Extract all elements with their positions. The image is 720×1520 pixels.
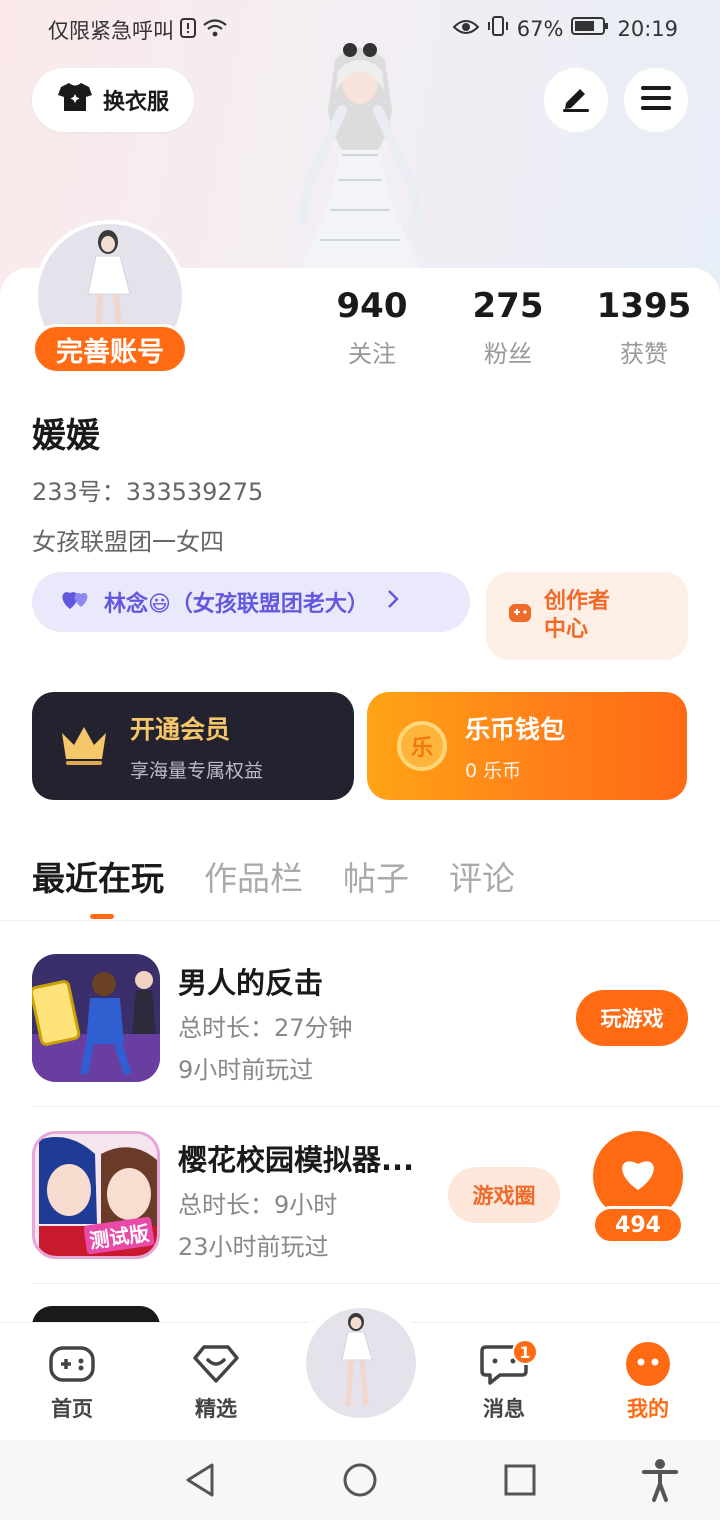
game-name: 男人的反击 [178, 966, 324, 1000]
coin-wallet-card[interactable]: 乐 乐币钱包 0 乐币 [367, 692, 687, 800]
game-list-item[interactable]: 男人的反击 总时长：27分钟 9小时前玩过 玩游戏 [32, 954, 720, 1130]
coin-wallet-title: 乐币钱包 [465, 714, 566, 744]
following-label: 关注 [348, 340, 396, 368]
avatar-character-3d[interactable] [280, 40, 440, 270]
game-last-played: 9小时前玩过 [178, 1056, 314, 1084]
floating-like-widget[interactable]: 494 [588, 1128, 688, 1244]
row-divider [32, 1283, 720, 1284]
stat-fans[interactable]: 275 粉丝 [448, 286, 568, 369]
tabs-divider [0, 920, 720, 921]
row-divider [32, 1106, 720, 1107]
eye-comfort-icon [452, 17, 480, 41]
nav-center-avatar-button[interactable] [306, 1308, 416, 1418]
vip-title: 开通会员 [130, 714, 231, 744]
stat-likes[interactable]: 1395 获赞 [584, 286, 704, 369]
accessibility-icon[interactable] [642, 1458, 678, 1506]
profile-nickname: 媛媛 [32, 416, 100, 456]
wifi-icon [202, 18, 228, 43]
game-duration: 总时长：27分钟 [178, 1014, 353, 1042]
home-icon[interactable] [342, 1462, 378, 1502]
gamepad-icon [22, 1341, 122, 1387]
pencil-icon [560, 83, 592, 117]
gamepad-badge-icon [506, 598, 534, 634]
nav-featured-label: 精选 [195, 1397, 237, 1421]
creator-center-button[interactable]: 创作者 中心 [486, 572, 688, 660]
complete-account-badge[interactable]: 完善账号 [32, 324, 188, 374]
coin-icon: 乐 [397, 721, 447, 771]
stat-following[interactable]: 940 关注 [312, 286, 432, 369]
creator-center-line2: 中心 [544, 617, 589, 642]
likes-label: 获赞 [620, 340, 668, 368]
unread-badge: 1 [512, 1339, 538, 1365]
like-count: 494 [592, 1206, 684, 1244]
profile-tabs: 最近在玩 作品栏 帖子 评论 [32, 852, 515, 900]
coin-wallet-balance: 0 乐币 [465, 759, 522, 782]
fans-label: 粉丝 [484, 340, 532, 368]
game-icon-sakura-school: 测试版 [32, 1131, 160, 1259]
game-last-played: 23小时前玩过 [178, 1233, 329, 1261]
fans-count: 275 [472, 286, 544, 326]
game-circle-button[interactable]: 游戏圈 [448, 1167, 560, 1223]
nav-me[interactable]: 我的 [598, 1341, 698, 1423]
sim-alert-icon [180, 17, 196, 43]
profile-bio: 女孩联盟团一女四 [32, 528, 224, 556]
chevron-right-icon [387, 589, 399, 615]
tab-recently-played[interactable]: 最近在玩 [32, 852, 164, 900]
clock-time: 20:19 [617, 16, 678, 41]
vip-membership-card[interactable]: 开通会员 享海量专属权益 [32, 692, 354, 800]
tab-works[interactable]: 作品栏 [204, 852, 303, 900]
recent-apps-icon[interactable] [504, 1464, 536, 1500]
creator-center-line1: 创作者 [544, 589, 611, 614]
diamond-heart-icon [166, 1341, 266, 1387]
change-outfit-button[interactable]: 换衣服 [32, 68, 194, 132]
double-heart-icon [60, 587, 92, 617]
likes-count: 1395 [596, 286, 692, 326]
following-count: 940 [336, 286, 408, 326]
system-navigation-bar [0, 1440, 720, 1520]
game-duration: 总时长：9小时 [178, 1191, 338, 1219]
hamburger-menu-icon [640, 85, 672, 115]
back-icon[interactable] [184, 1462, 216, 1502]
vip-subtitle: 享海量专属权益 [130, 759, 264, 782]
tshirt-icon [57, 81, 93, 119]
battery-icon [571, 16, 609, 41]
nav-messages[interactable]: 消息 1 [454, 1339, 554, 1423]
game-icon-men-counterattack [32, 954, 160, 1082]
game-name: 樱花校园模拟器... [178, 1143, 415, 1177]
carrier-text: 仅限紧急呼叫 [48, 19, 174, 43]
edit-profile-button[interactable] [544, 68, 608, 132]
tab-posts[interactable]: 帖子 [343, 852, 409, 900]
nav-featured[interactable]: 精选 [166, 1341, 266, 1423]
vibrate-icon [487, 15, 509, 42]
face-icon [598, 1341, 698, 1387]
nav-messages-label: 消息 [483, 1397, 525, 1421]
nav-home[interactable]: 首页 [22, 1341, 122, 1423]
relationship-pill[interactable]: 林念😃（女孩联盟团老大） [32, 572, 470, 632]
profile-uid: 233号：333539275 [32, 478, 264, 506]
menu-button[interactable] [624, 68, 688, 132]
heart-icon [618, 1156, 658, 1196]
battery-percent: 67% [516, 16, 564, 41]
crown-icon [58, 721, 110, 771]
play-game-button[interactable]: 玩游戏 [576, 990, 688, 1046]
change-outfit-label: 换衣服 [102, 90, 169, 115]
nav-me-label: 我的 [627, 1397, 669, 1421]
relationship-text: 林念😃（女孩联盟团老大） [104, 592, 369, 617]
nav-home-label: 首页 [51, 1397, 93, 1421]
chat-bubble-icon [454, 1341, 554, 1387]
tab-comments[interactable]: 评论 [449, 852, 515, 900]
active-tab-indicator [90, 914, 114, 919]
